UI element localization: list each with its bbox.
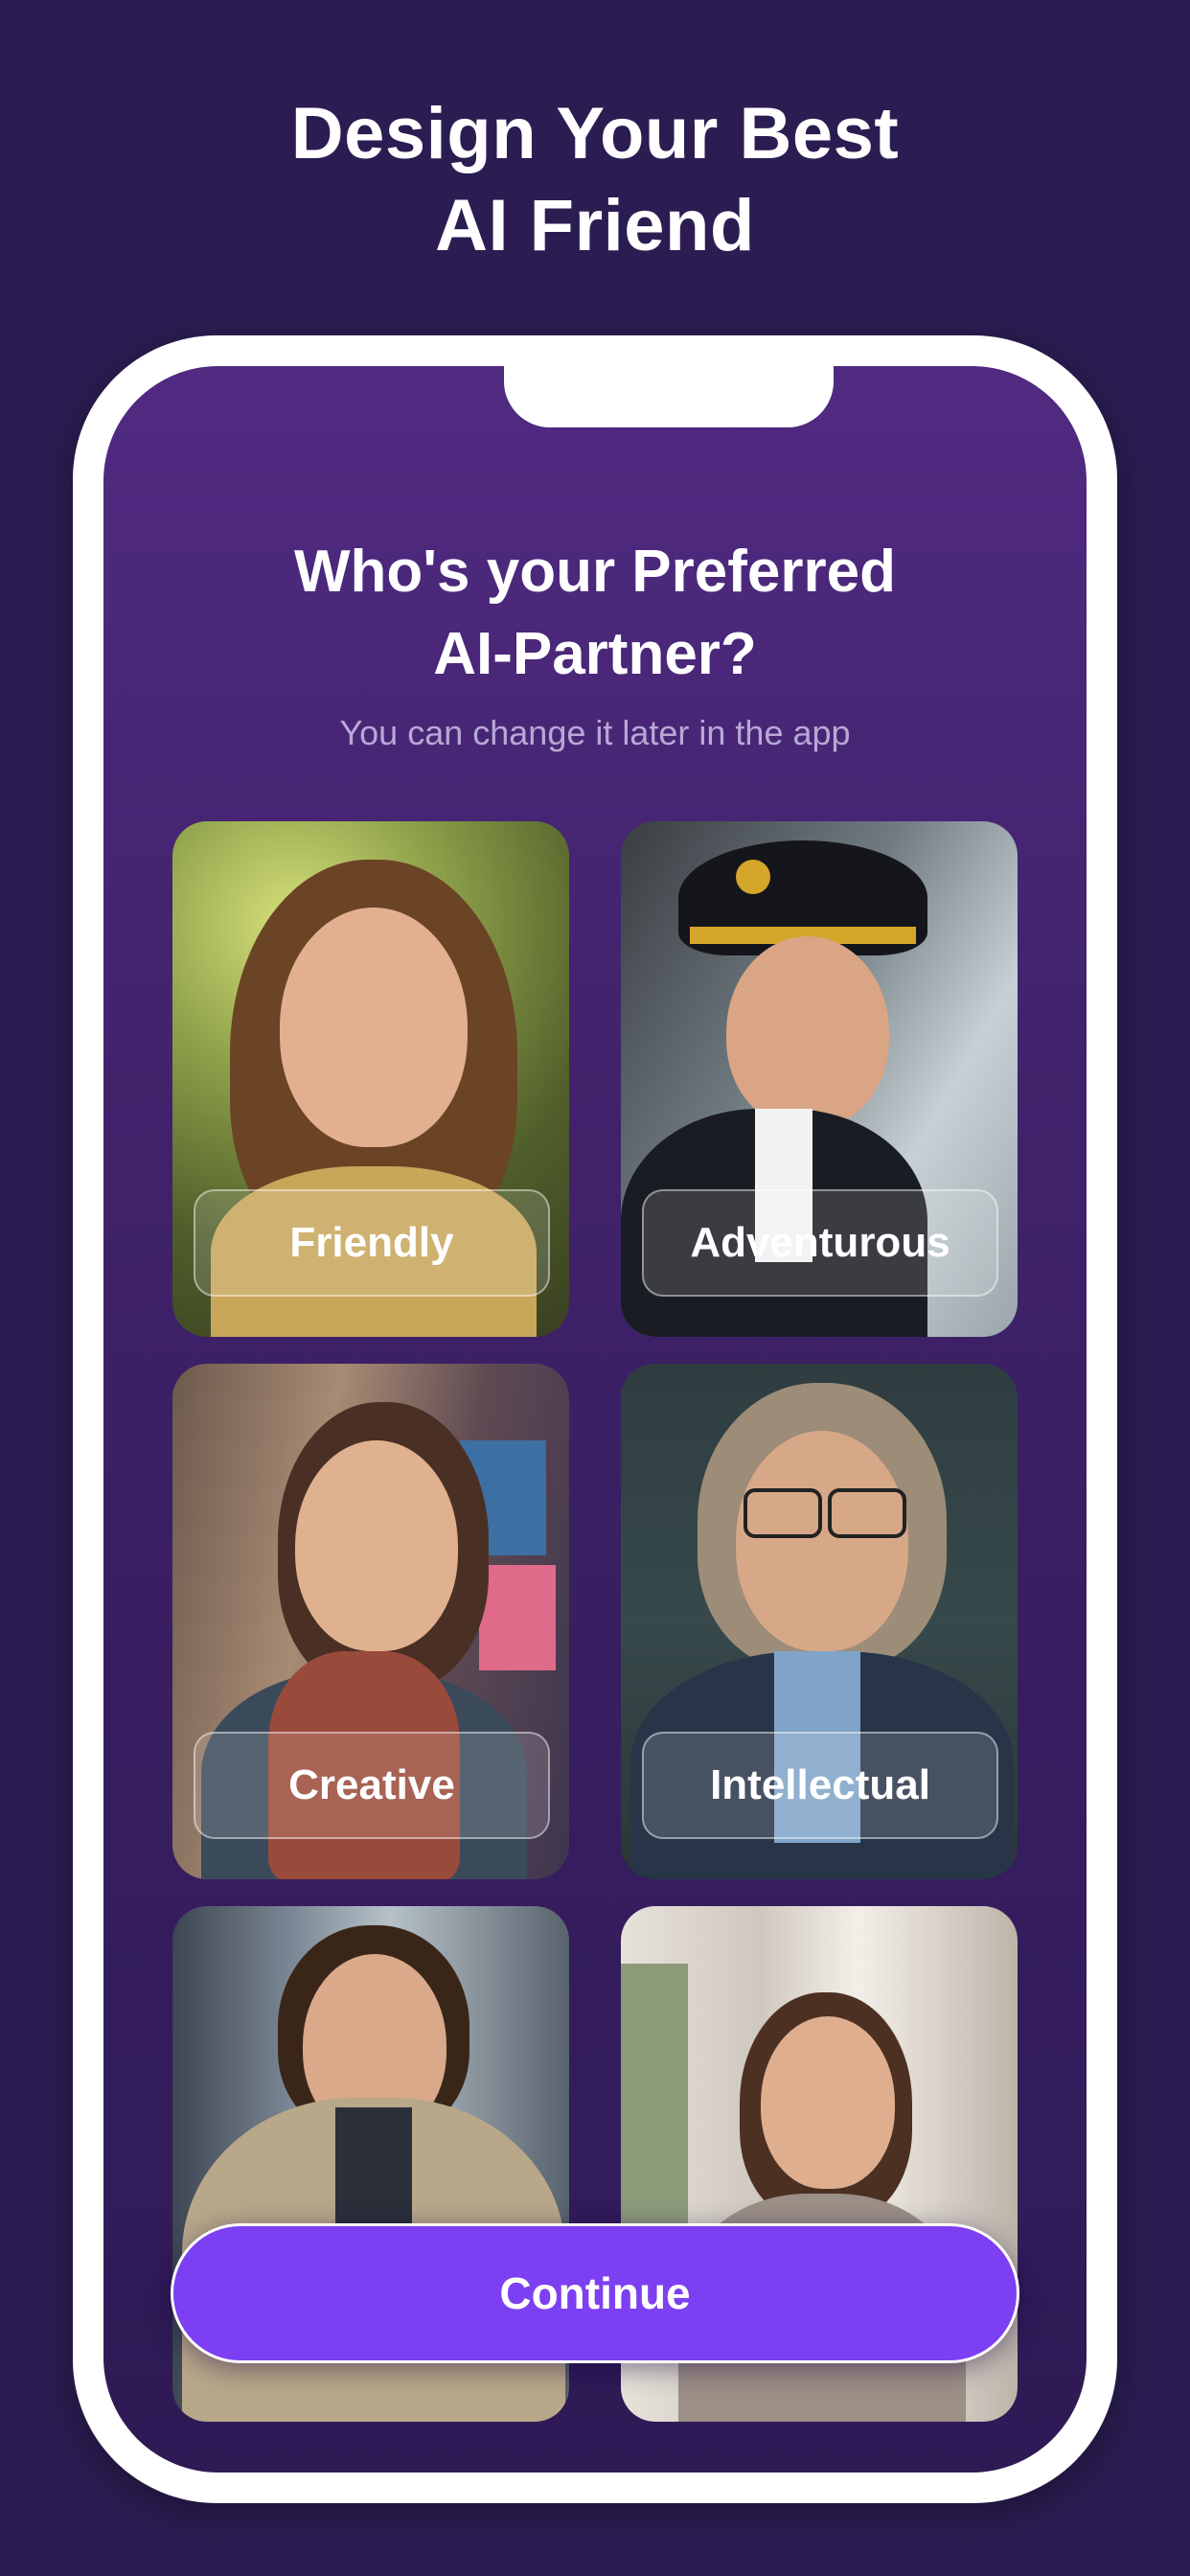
partner-card-friendly[interactable]: Friendly: [172, 821, 569, 1337]
continue-button[interactable]: Continue: [171, 2223, 1019, 2363]
phone-mockup: Who's your Preferred AI-Partner? You can…: [73, 335, 1117, 2503]
partner-card-creative[interactable]: Creative: [172, 1364, 569, 1879]
phone-notch: [504, 366, 834, 427]
phone-screen: Who's your Preferred AI-Partner? You can…: [103, 366, 1087, 2472]
partner-card-intellectual[interactable]: Intellectual: [621, 1364, 1018, 1879]
screen-title-line-2: AI-Partner?: [433, 621, 757, 687]
screen-title-line-1: Who's your Preferred: [294, 539, 896, 605]
partner-card-grid: Friendly Adventurous Creative Intellectu…: [172, 821, 1018, 2450]
intellectual-label: Intellectual: [642, 1732, 998, 1839]
screen-title: Who's your Preferred AI-Partner?: [103, 531, 1087, 696]
creative-label: Creative: [194, 1732, 550, 1839]
friendly-label: Friendly: [194, 1189, 550, 1297]
screen-subtitle: You can change it later in the app: [339, 713, 851, 752]
hero-title-line-1: Design Your Best: [290, 93, 900, 174]
partner-card-adventurous[interactable]: Adventurous: [621, 821, 1018, 1337]
adventurous-label: Adventurous: [642, 1189, 998, 1297]
hero-title-line-2: AI Friend: [435, 185, 755, 266]
hero-title: Design Your Best AI Friend: [0, 88, 1190, 272]
